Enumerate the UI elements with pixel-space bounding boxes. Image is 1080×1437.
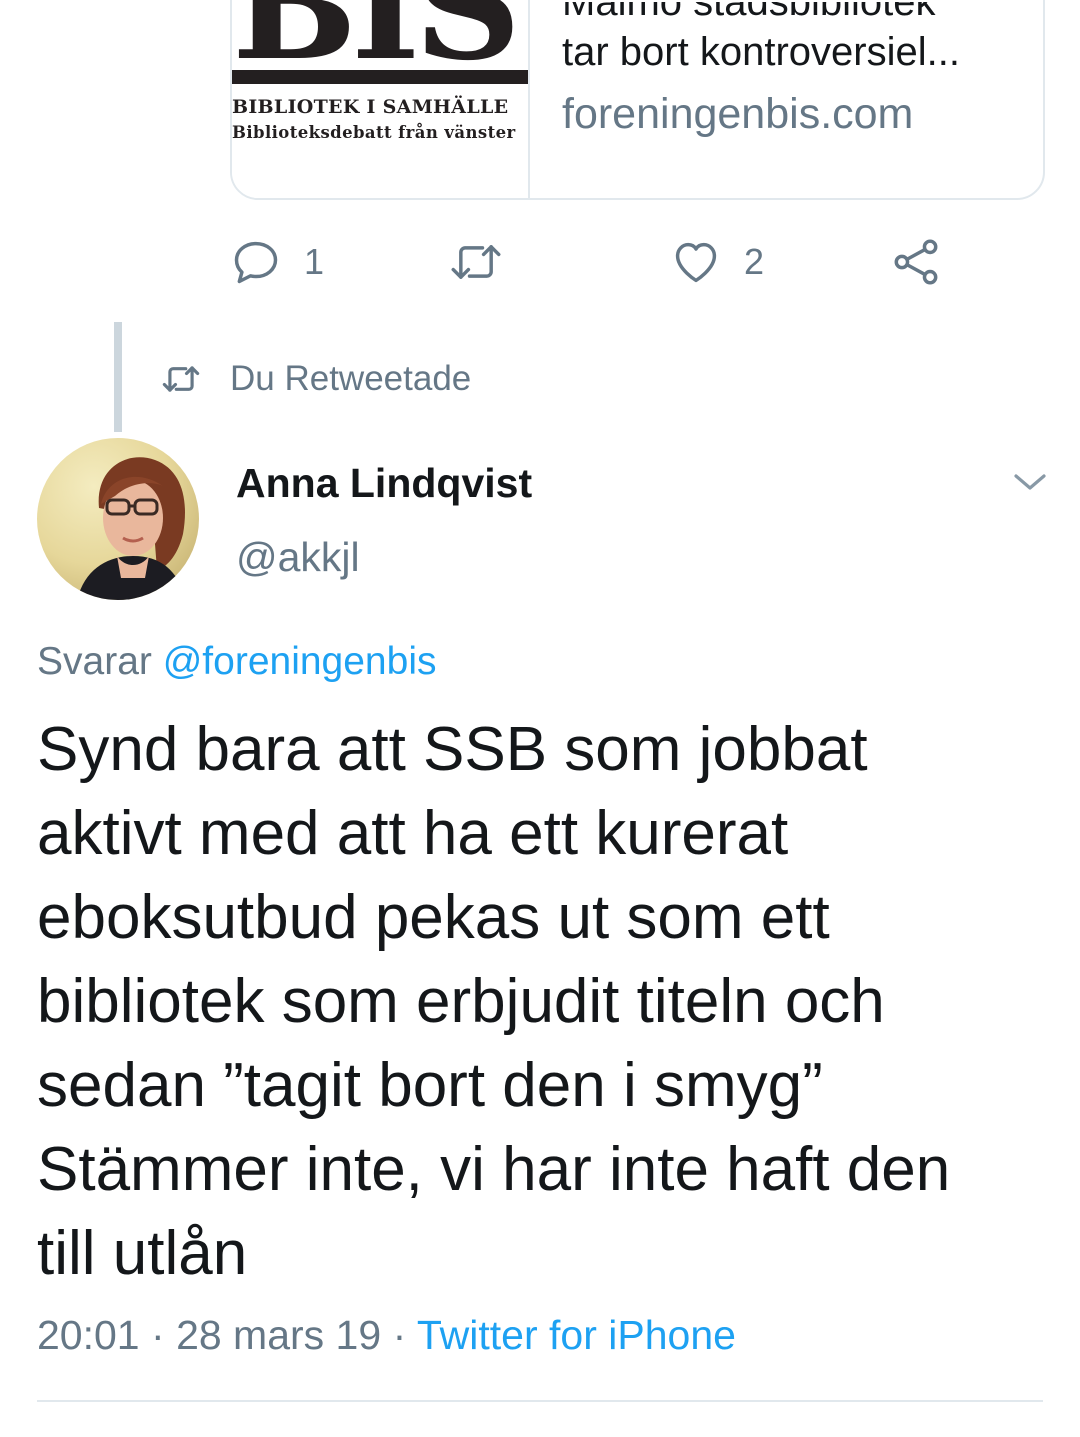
author-name[interactable]: Anna Lindqvist: [236, 460, 532, 507]
like-count: 2: [744, 241, 765, 282]
link-preview-domain: foreningenbis.com: [562, 90, 914, 138]
logo-tagline: BIBLIOTEK I SAMHÄLLE: [232, 96, 509, 118]
retweeted-label: Du Retweetade: [230, 359, 472, 398]
retweet-icon: [451, 245, 501, 279]
share-button[interactable]: [890, 230, 942, 294]
replying-mention-link[interactable]: @foreningenbis: [163, 640, 437, 683]
divider: [37, 1400, 1043, 1402]
tweet-date: 28 mars 19: [176, 1312, 382, 1358]
link-preview-thumbnail: BIS BIBLIOTEK I SAMHÄLLE Biblioteksdebat…: [232, 0, 530, 198]
tweet-source-link[interactable]: Twitter for iPhone: [417, 1312, 736, 1358]
logo-wordmark: BIS: [232, 0, 521, 93]
tweet-text-line: aktivt med att ha ett kurerat: [37, 799, 789, 868]
separator-dot: ·: [392, 1312, 417, 1358]
chevron-down-icon[interactable]: [1008, 464, 1052, 500]
avatar-image: [37, 438, 199, 600]
tweet-metadata: 20:01 · 28 mars 19 · Twitter for iPhone: [37, 1312, 736, 1359]
retweet-icon: [162, 366, 200, 392]
author-handle[interactable]: @akkjl: [236, 534, 360, 581]
replying-to: Svarar @foreningenbis: [37, 640, 436, 684]
replying-prefix: Svarar: [37, 640, 152, 683]
like-icon: [675, 242, 717, 283]
retweeted-indicator: Du Retweetade: [162, 356, 471, 402]
tweet-action-bar: 1 2: [0, 230, 1080, 294]
tweet-text-line: bibliotek som erbjudit titeln och: [37, 967, 885, 1036]
tweet-time: 20:01: [37, 1312, 140, 1358]
tweet-text-line: Stämmer inte, vi har inte haft den: [37, 1135, 951, 1204]
link-preview-title-cut: Malmö stadsbibliotek: [562, 0, 936, 24]
thread-connector-line: [114, 322, 122, 432]
share-icon: [894, 239, 938, 285]
link-preview-card[interactable]: BIS BIBLIOTEK I SAMHÄLLE Biblioteksdebat…: [230, 0, 1045, 200]
tweet-text-line: till utlån: [37, 1219, 248, 1288]
tweet-text-line: Synd bara att SSB som jobbat: [37, 715, 868, 784]
reply-count: 1: [304, 241, 325, 282]
tweet-text: Synd bara att SSB som jobbat aktivt med …: [37, 708, 1047, 1296]
tweet-text-line: eboksutbud pekas ut som ett: [37, 883, 830, 952]
logo-bar: [232, 70, 528, 84]
avatar[interactable]: [37, 438, 199, 600]
retweet-button[interactable]: [450, 230, 502, 294]
bis-logo: BIS BIBLIOTEK I SAMHÄLLE Biblioteksdebat…: [232, 0, 530, 198]
link-preview-title: tar bort kontroversiel...: [562, 30, 960, 74]
reply-icon: [234, 241, 278, 284]
reply-button[interactable]: 1: [230, 230, 324, 294]
logo-subtagline: Biblioteksdebatt från vänster: [232, 123, 516, 142]
separator-dot: ·: [151, 1312, 177, 1358]
like-button[interactable]: 2: [670, 230, 764, 294]
tweet-text-line: sedan ”tagit bort den i smyg”: [37, 1051, 823, 1120]
